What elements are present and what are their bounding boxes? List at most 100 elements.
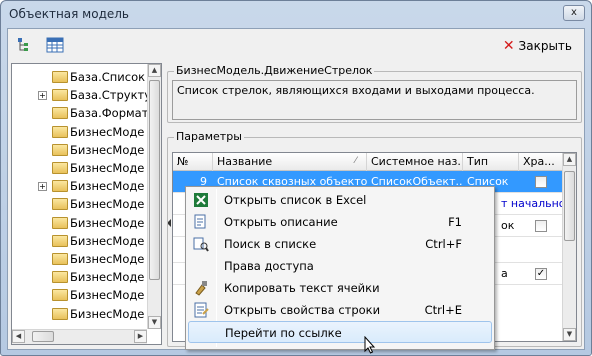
close-icon: ✕ bbox=[502, 38, 515, 54]
scroll-down-icon[interactable]: ▼ bbox=[148, 316, 161, 329]
menu-item-search-in-list[interactable]: Поиск в списке Ctrl+F bbox=[188, 233, 492, 255]
row-stored-checkbox[interactable] bbox=[535, 176, 547, 188]
folder-icon bbox=[52, 271, 68, 284]
properties-icon bbox=[194, 302, 209, 318]
folder-icon bbox=[52, 180, 68, 193]
tree-scroll-thumb[interactable] bbox=[149, 80, 160, 280]
tree-item[interactable]: БизнесМоде bbox=[12, 286, 148, 304]
menu-item-open-excel[interactable]: Открыть список в Excel bbox=[188, 189, 492, 211]
tree-item[interactable]: База.Формат bbox=[12, 104, 148, 122]
object-description[interactable]: Список стрелок, являющихся входами и вых… bbox=[172, 80, 577, 120]
tree-item-label: БизнесМоде bbox=[70, 270, 145, 285]
tree-item[interactable]: + БизнесМоде bbox=[12, 177, 148, 195]
tree-item-label: БизнесМоде bbox=[70, 233, 145, 248]
scroll-down-icon[interactable]: ▼ bbox=[563, 328, 576, 341]
tree-item[interactable]: База.Список bbox=[12, 68, 148, 86]
grid-vertical-scrollbar[interactable]: ▲ ▼ bbox=[562, 153, 576, 341]
tree-hscroll-thumb[interactable] bbox=[32, 331, 54, 342]
tree-item-label: БизнесМоде bbox=[70, 179, 145, 194]
close-button[interactable]: ✕ Закрыть bbox=[499, 35, 576, 57]
tree-horizontal-scrollbar[interactable]: ◀ ▶ bbox=[12, 329, 147, 344]
description-icon bbox=[194, 214, 206, 229]
menu-item-shortcut: Ctrl+E bbox=[424, 303, 462, 317]
grid-header: № Название ⁄ Системное наз... Тип Хра... bbox=[173, 153, 564, 171]
menu-item-row-properties[interactable]: Открыть свойства строки Ctrl+E bbox=[188, 299, 492, 321]
col-type[interactable]: Тип bbox=[463, 153, 519, 171]
row-type: ок bbox=[501, 219, 515, 232]
row-stored-checkbox[interactable]: ✓ bbox=[535, 268, 547, 280]
tree-item[interactable]: БизнесМоде bbox=[12, 141, 148, 159]
folder-icon bbox=[52, 307, 68, 320]
col-number[interactable]: № bbox=[173, 153, 213, 171]
close-button-label: Закрыть bbox=[518, 39, 572, 53]
excel-icon bbox=[194, 193, 208, 207]
object-groupbox: БизнесМодель.ДвижениеСтрелок Список стре… bbox=[167, 64, 582, 123]
expand-plus-icon[interactable]: + bbox=[38, 181, 47, 191]
tree-item-label: БизнесМоде bbox=[70, 197, 145, 212]
scroll-up-icon[interactable]: ▲ bbox=[148, 64, 161, 77]
tree-item[interactable]: БизнесМоде bbox=[12, 268, 148, 286]
title-bar[interactable]: Объектная модель x bbox=[1, 1, 591, 27]
col-system-name[interactable]: Системное наз... bbox=[367, 153, 463, 171]
tree-item-label: База.Формат bbox=[70, 106, 148, 121]
folder-icon bbox=[52, 234, 68, 247]
params-title: Параметры bbox=[174, 130, 244, 143]
scroll-up-icon[interactable]: ▲ bbox=[563, 153, 576, 166]
tree-vertical-scrollbar[interactable]: ▲ ▼ bbox=[147, 64, 161, 329]
tree-item[interactable]: БизнесМоде bbox=[12, 159, 148, 177]
sort-icon: ⁄ bbox=[355, 156, 357, 166]
grid-scroll-thumb[interactable] bbox=[564, 171, 575, 241]
object-tree[interactable]: База.Список + База.Структу База.Формат Бизне… bbox=[11, 63, 162, 345]
menu-item-label: Открыть список в Excel bbox=[224, 193, 367, 207]
tree-item[interactable]: БизнесМоде bbox=[12, 214, 148, 232]
menu-item-label: Поиск в списке bbox=[224, 237, 317, 251]
folder-icon bbox=[52, 107, 68, 120]
menu-item-access-rights[interactable]: Права доступа bbox=[188, 255, 492, 277]
tree-item[interactable]: БизнесМоде bbox=[12, 123, 148, 141]
folder-icon bbox=[52, 253, 68, 265]
tree-item[interactable]: БизнесМоде bbox=[12, 250, 148, 268]
folder-icon bbox=[52, 143, 68, 156]
tree-item-label: База.Структу bbox=[70, 88, 148, 103]
toolbar: ✕ Закрыть bbox=[10, 31, 582, 59]
tree-item[interactable]: БизнесМоде bbox=[12, 232, 148, 250]
object-name: БизнесМодель.ДвижениеСтрелок bbox=[174, 64, 375, 77]
copy-brush-icon bbox=[195, 281, 207, 296]
table-icon[interactable] bbox=[46, 37, 64, 53]
row-link[interactable]: т начальной bbox=[497, 193, 564, 215]
tree-item-label: БизнесМоде bbox=[70, 142, 145, 157]
folder-icon bbox=[52, 71, 68, 83]
tree-item[interactable]: + База.Структу bbox=[12, 86, 148, 104]
expand-plus-icon[interactable]: + bbox=[38, 90, 47, 100]
menu-item-label: Перейти по ссылке bbox=[225, 326, 342, 340]
tree-item[interactable]: БизнесМоде bbox=[12, 305, 148, 323]
menu-item-follow-link[interactable]: Перейти по ссылке bbox=[188, 321, 492, 343]
col-name[interactable]: Название bbox=[213, 153, 367, 171]
tree-item-label: БизнесМоде bbox=[70, 124, 145, 139]
context-menu: Открыть список в Excel Открыть описание F1… bbox=[185, 186, 495, 350]
folder-icon bbox=[52, 289, 68, 302]
tree-item-label: БизнесМоде bbox=[70, 215, 145, 230]
mouse-cursor-icon bbox=[364, 336, 376, 354]
tree-structure-icon[interactable] bbox=[16, 37, 34, 53]
window-close-button[interactable]: x bbox=[563, 5, 585, 21]
col-stored[interactable]: Хра... bbox=[519, 153, 564, 171]
tree-item-label: БизнесМоде bbox=[70, 288, 145, 303]
scroll-right-icon[interactable]: ▶ bbox=[134, 330, 147, 343]
row-stored-checkbox[interactable] bbox=[535, 220, 547, 232]
tree-item-label: БизнесМоде bbox=[70, 161, 145, 175]
folder-icon bbox=[52, 125, 68, 138]
menu-item-copy-cell-text[interactable]: Копировать текст ячейки bbox=[188, 277, 492, 299]
tree-item[interactable]: БизнесМоде bbox=[12, 195, 148, 213]
window-title: Объектная модель bbox=[9, 7, 129, 21]
menu-item-open-description[interactable]: Открыть описание F1 bbox=[188, 211, 492, 233]
folder-icon bbox=[52, 216, 68, 229]
menu-item-label: Открыть описание bbox=[224, 215, 338, 229]
tree-item-label: База.Список bbox=[70, 70, 146, 84]
search-list-icon bbox=[193, 237, 209, 252]
row-type: а bbox=[501, 267, 508, 280]
menu-item-label: Открыть свойства строки bbox=[224, 303, 381, 317]
tree-item-label: БизнесМоде bbox=[70, 252, 145, 266]
menu-item-label: Копировать текст ячейки bbox=[224, 281, 380, 295]
scroll-left-icon[interactable]: ◀ bbox=[12, 330, 25, 343]
